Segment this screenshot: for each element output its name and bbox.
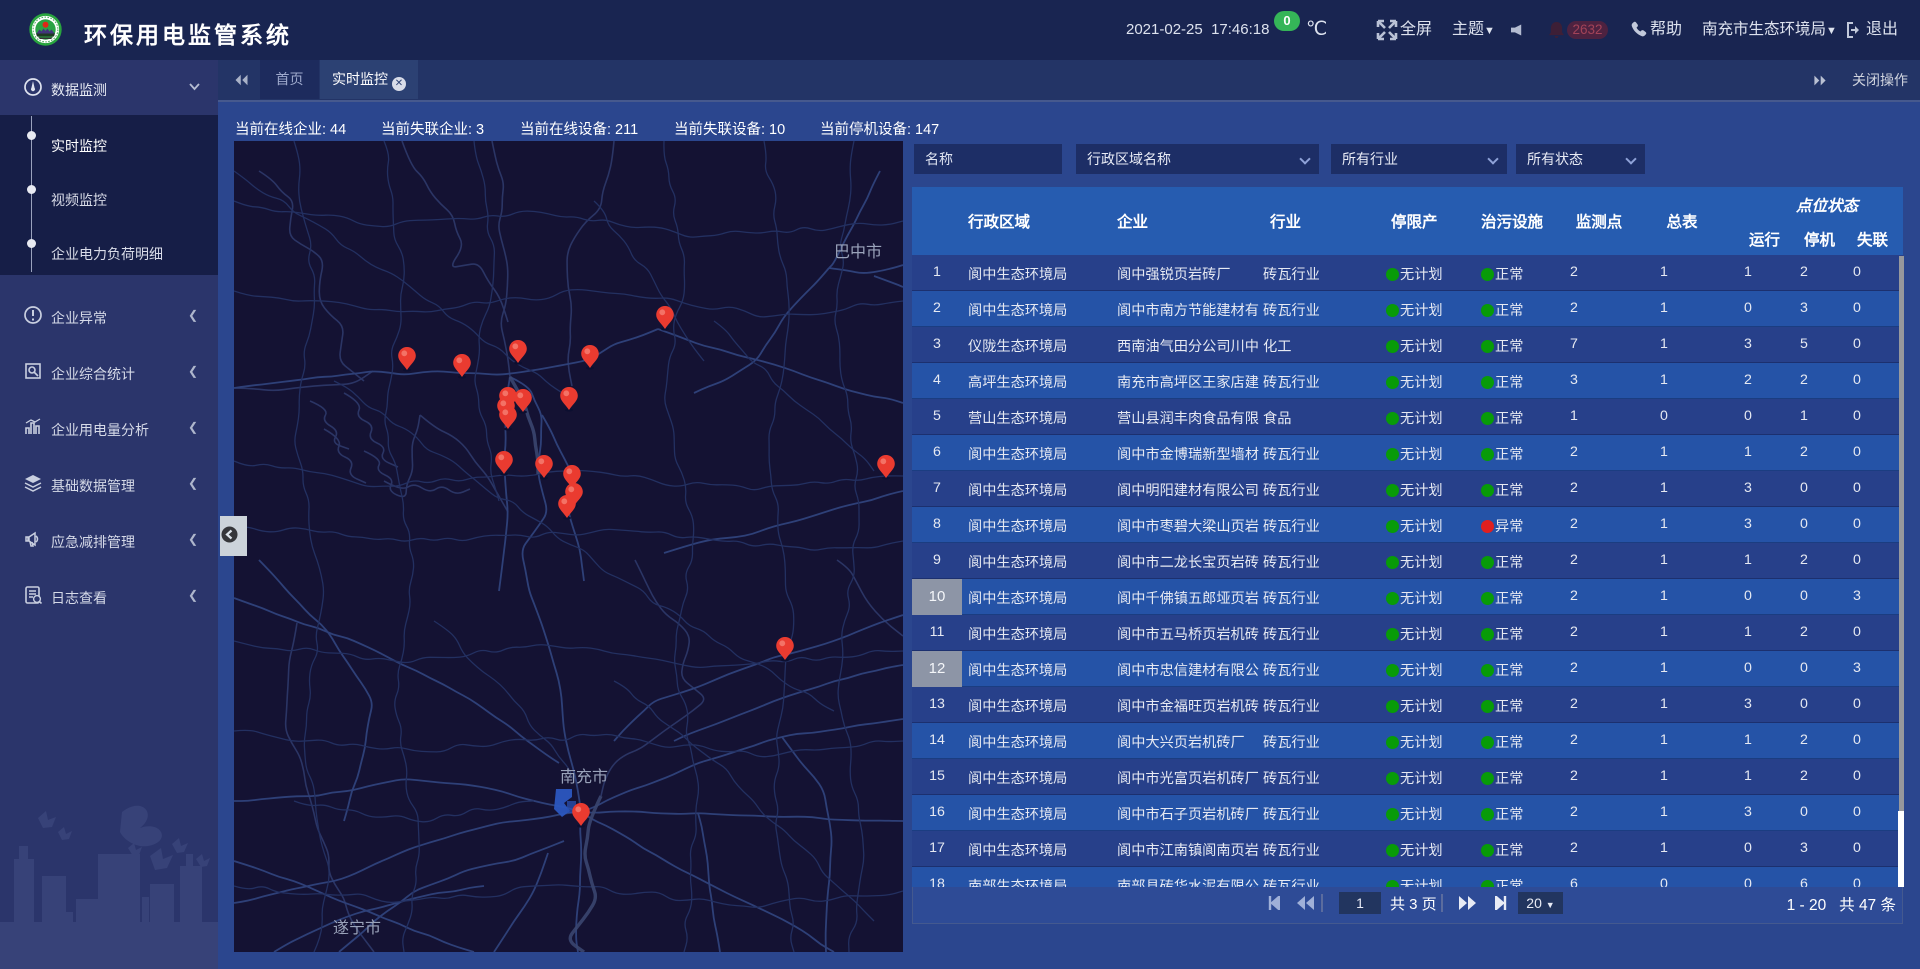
svg-text:南充市: 南充市 <box>560 768 608 786</box>
svg-text:巴中市: 巴中市 <box>834 243 882 261</box>
svg-text:遂宁市: 遂宁市 <box>333 919 381 937</box>
